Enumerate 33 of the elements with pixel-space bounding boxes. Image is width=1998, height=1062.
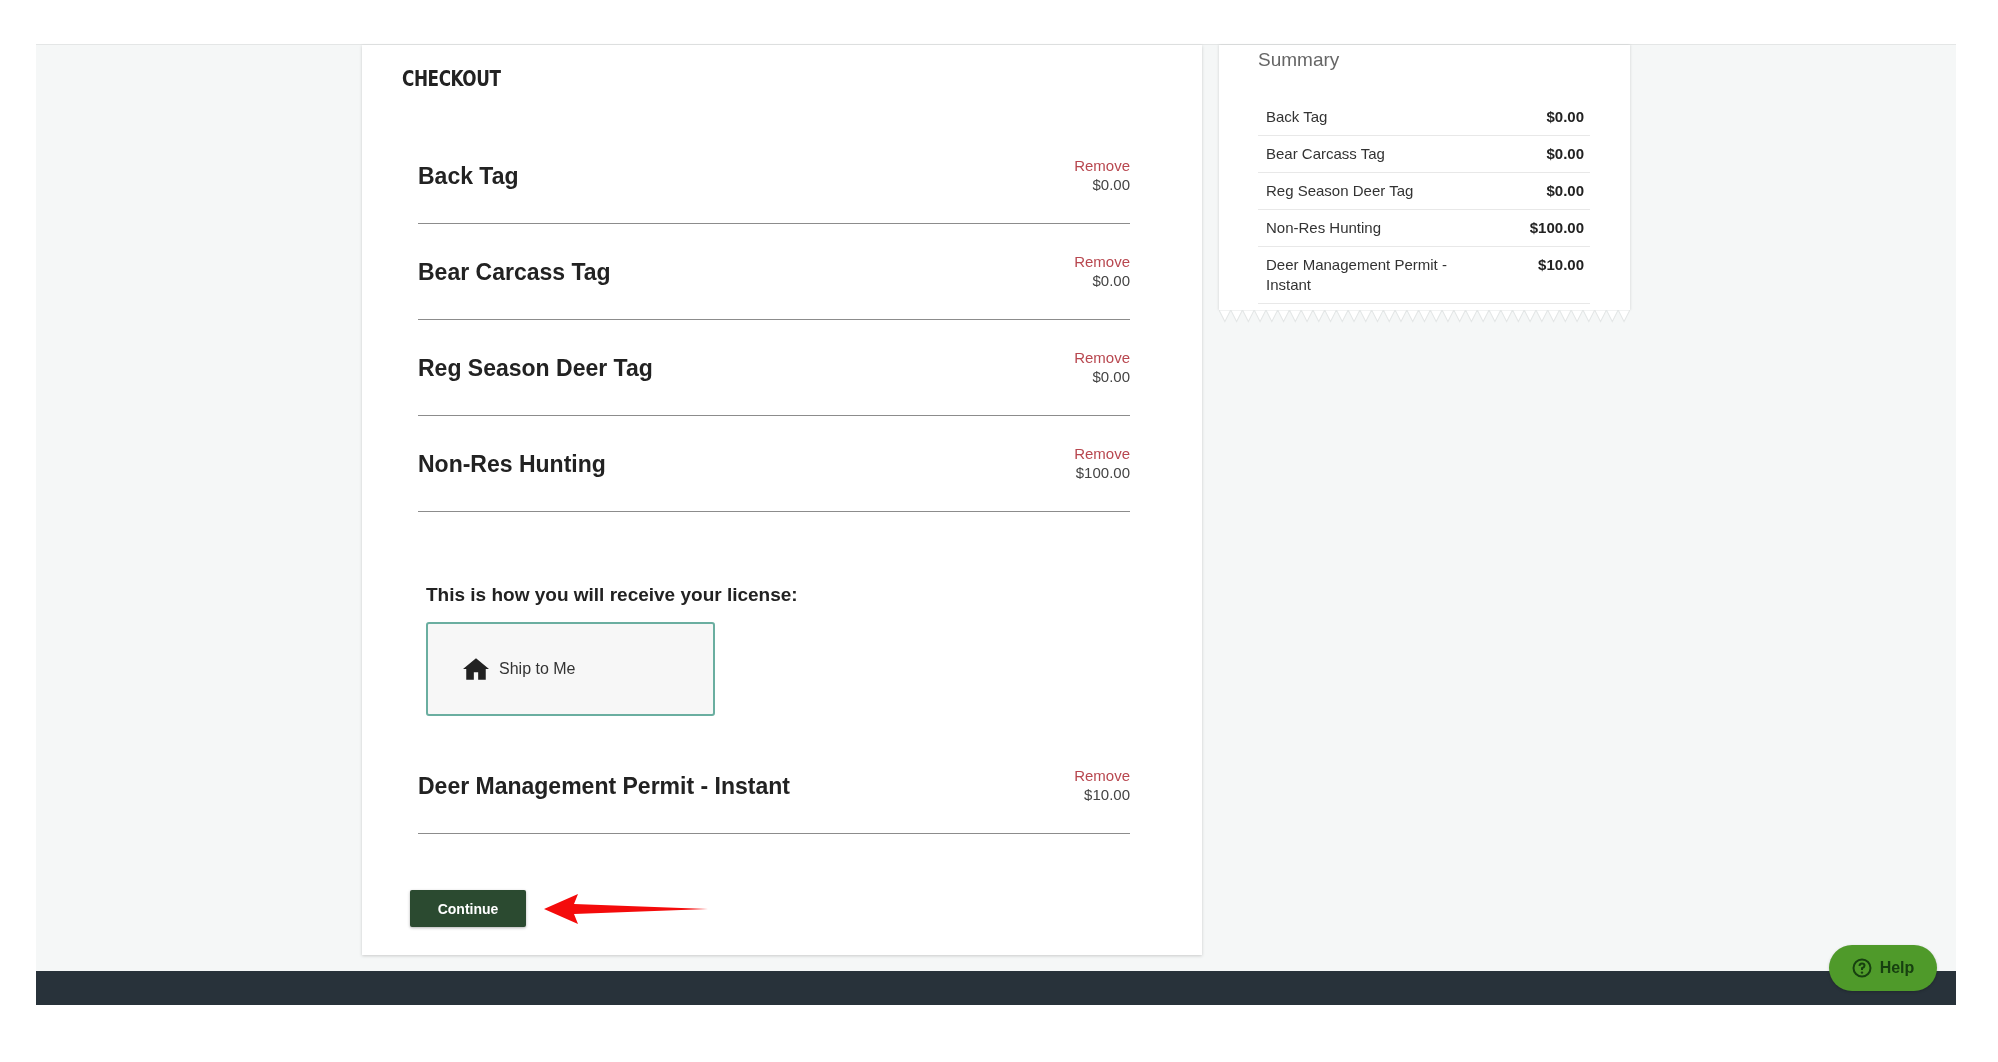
product-price: $0.00 xyxy=(1092,366,1130,386)
product-price: $100.00 xyxy=(1075,462,1130,482)
product-price: $0.00 xyxy=(1092,270,1130,290)
remove-link[interactable]: Remove xyxy=(1074,155,1130,175)
product-price: $10.00 xyxy=(1084,784,1130,804)
remove-link[interactable]: Remove xyxy=(1074,765,1130,785)
product-price: $0.00 xyxy=(1092,174,1130,194)
product-name: Reg Season Deer Tag xyxy=(418,354,653,382)
summary-price: $10.00 xyxy=(1538,255,1584,275)
checkout-title: CHECKOUT xyxy=(402,65,502,93)
product-name: Deer Management Permit - Instant xyxy=(418,772,790,800)
delivery-label: This is how you will receive your license: xyxy=(426,584,799,606)
summary-item: Deer Management Permit - Instant xyxy=(1266,255,1448,295)
product-name: Non-Res Hunting xyxy=(418,450,606,478)
remove-link[interactable]: Remove xyxy=(1074,251,1130,271)
summary-price: $100.00 xyxy=(1529,218,1584,238)
summary-price: $0.00 xyxy=(1546,181,1584,201)
remove-link[interactable]: Remove xyxy=(1074,443,1130,463)
summary-item: Non-Res Hunting xyxy=(1266,218,1382,238)
continue-button[interactable]: Continue xyxy=(410,890,526,927)
house-icon xyxy=(463,657,489,681)
summary-item: Bear Carcass Tag xyxy=(1266,144,1385,164)
summary-item: Back Tag xyxy=(1266,107,1328,127)
remove-link[interactable]: Remove xyxy=(1074,347,1130,367)
summary-item: Reg Season Deer Tag xyxy=(1266,181,1414,201)
summary-price: $0.00 xyxy=(1546,107,1584,127)
product-name: Back Tag xyxy=(418,162,519,190)
help-icon xyxy=(1851,958,1872,978)
product-name: Bear Carcass Tag xyxy=(418,258,611,286)
ship-option[interactable]: Ship to Me xyxy=(426,622,715,716)
summary-price: $0.00 xyxy=(1546,144,1584,164)
summary-title: Summary xyxy=(1258,48,1341,72)
help-button[interactable]: Help xyxy=(1829,945,1937,991)
